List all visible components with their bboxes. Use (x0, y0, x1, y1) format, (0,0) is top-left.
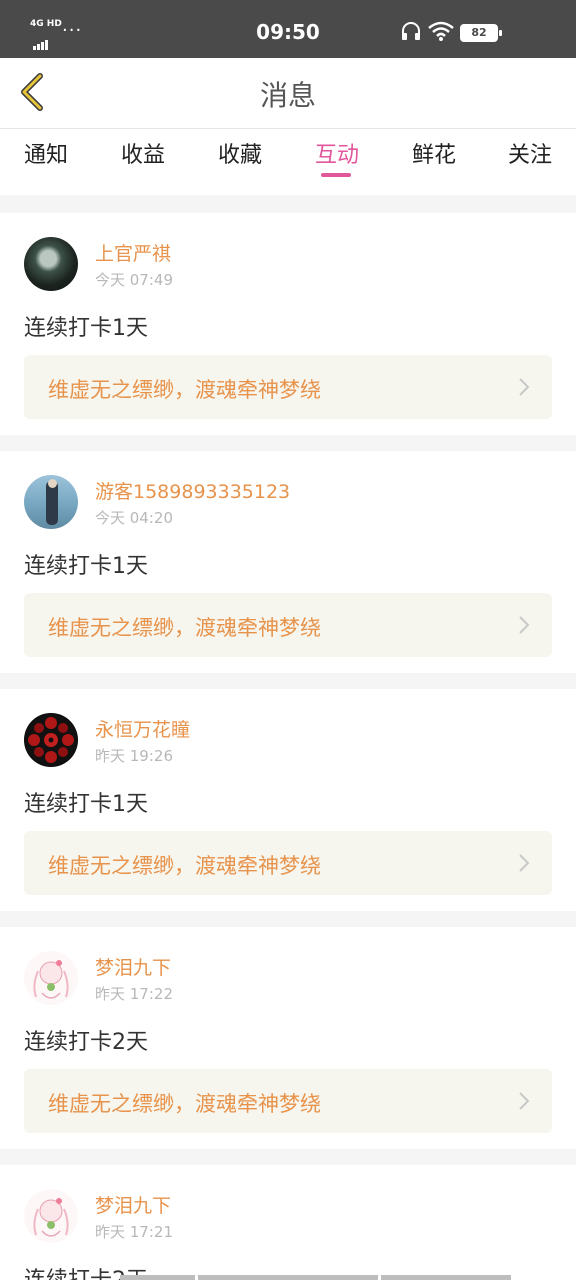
tab-flowers[interactable]: 鲜花 (386, 137, 482, 169)
active-tab-indicator (321, 173, 351, 177)
avatar[interactable] (24, 951, 78, 1005)
scroll-indicator (381, 1275, 511, 1280)
quoted-post[interactable]: 维虚无之缥缈，渡魂牵神梦绕 (24, 593, 552, 657)
message-content: 连续打卡2天 (24, 1030, 148, 1055)
tab-notifications[interactable]: 通知 (0, 137, 94, 169)
username[interactable]: 梦泪九下 (95, 953, 171, 980)
quoted-post-text: 维虚无之缥缈，渡魂牵神梦绕 (48, 854, 321, 878)
avatar[interactable] (24, 713, 78, 767)
chevron-right-icon (519, 854, 530, 872)
page-title: 消息 (259, 79, 316, 112)
chevron-right-icon (519, 1092, 530, 1110)
header: 消息 (0, 58, 576, 129)
chevron-right-icon (519, 616, 530, 634)
quoted-post-text: 维虚无之缥缈，渡魂牵神梦绕 (48, 1092, 321, 1116)
username[interactable]: 游客1589893335123 (95, 477, 290, 504)
message-card[interactable]: 游客1589893335123 今天 04:20 连续打卡1天 维虚无之缥缈，渡… (0, 451, 576, 673)
headphones-icon (402, 22, 420, 40)
username[interactable]: 永恒万花瞳 (95, 715, 190, 742)
scroll-indicator (120, 1275, 195, 1280)
quoted-post[interactable]: 维虚无之缥缈，渡魂牵神梦绕 (24, 1069, 552, 1133)
battery-icon: 82 (460, 24, 502, 42)
message-card[interactable]: 梦泪九下 昨天 17:21 连续打卡2天 (0, 1165, 576, 1280)
timestamp: 昨天 17:22 (95, 985, 173, 1003)
tab-earnings[interactable]: 收益 (95, 137, 191, 169)
tab-interaction[interactable]: 互动 (289, 137, 385, 169)
chevron-right-icon (519, 378, 530, 396)
timestamp: 今天 07:49 (95, 271, 173, 289)
message-card[interactable]: 梦泪九下 昨天 17:22 连续打卡2天 维虚无之缥缈，渡魂牵神梦绕 (0, 927, 576, 1149)
message-card[interactable]: 上官严祺 今天 07:49 连续打卡1天 维虚无之缥缈，渡魂牵神梦绕 (0, 213, 576, 435)
avatar[interactable] (24, 237, 78, 291)
quoted-post[interactable]: 维虚无之缥缈，渡魂牵神梦绕 (24, 355, 552, 419)
avatar[interactable] (24, 1189, 78, 1243)
message-content: 连续打卡1天 (24, 316, 148, 341)
message-content: 连续打卡1天 (24, 792, 148, 817)
quoted-post[interactable]: 维虚无之缥缈，渡魂牵神梦绕 (24, 831, 552, 895)
tab-favorites[interactable]: 收藏 (192, 137, 288, 169)
username[interactable]: 上官严祺 (95, 239, 171, 266)
username[interactable]: 梦泪九下 (95, 1191, 171, 1218)
wifi-icon (428, 21, 454, 41)
quoted-post-text: 维虚无之缥缈，渡魂牵神梦绕 (48, 616, 321, 640)
scroll-indicator (198, 1275, 378, 1280)
tab-following[interactable]: 关注 (482, 137, 576, 169)
message-content: 连续打卡1天 (24, 554, 148, 579)
avatar[interactable] (24, 475, 78, 529)
timestamp: 昨天 19:26 (95, 747, 173, 765)
status-bar: 4G HD ··· 09:50 82 (0, 0, 576, 58)
tab-bar: 通知 收益 收藏 互动 鲜花 关注 (0, 129, 576, 195)
quoted-post-text: 维虚无之缥缈，渡魂牵神梦绕 (48, 378, 321, 402)
message-card[interactable]: 永恒万花瞳 昨天 19:26 连续打卡1天 维虚无之缥缈，渡魂牵神梦绕 (0, 689, 576, 911)
timestamp: 昨天 17:21 (95, 1223, 173, 1241)
timestamp: 今天 04:20 (95, 509, 173, 527)
